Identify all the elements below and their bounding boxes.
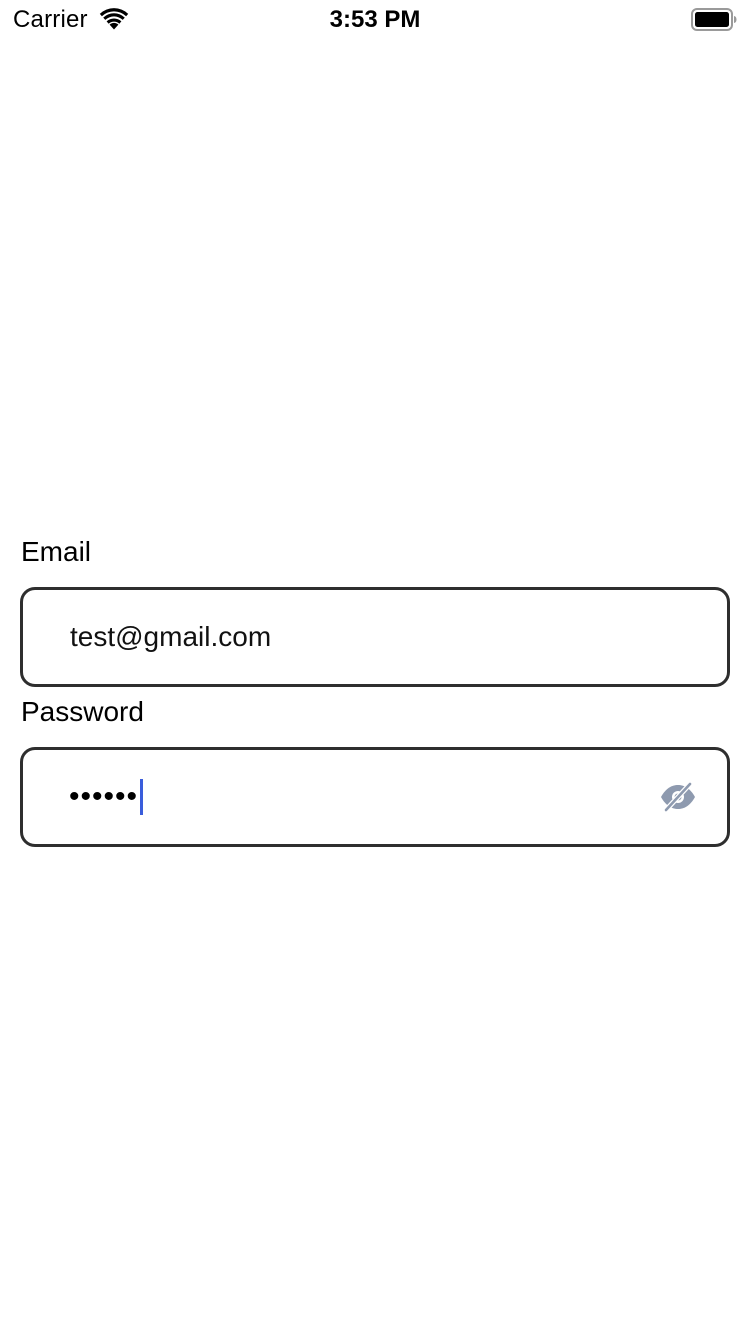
password-input-content: •••••• xyxy=(69,774,144,820)
battery-icon xyxy=(691,8,737,31)
eye-slash-icon[interactable] xyxy=(659,781,697,813)
status-time: 3:53 PM xyxy=(329,6,421,33)
email-label: Email xyxy=(21,536,92,567)
status-bar: Carrier 3:53 PM xyxy=(0,0,750,40)
email-value: test@gmail.com xyxy=(70,621,272,652)
text-caret xyxy=(140,779,144,815)
password-masked-value: •••••• xyxy=(69,780,139,813)
password-field[interactable]: •••••• xyxy=(20,747,730,847)
email-field[interactable]: test@gmail.com xyxy=(20,587,730,687)
password-label: Password xyxy=(21,696,144,727)
